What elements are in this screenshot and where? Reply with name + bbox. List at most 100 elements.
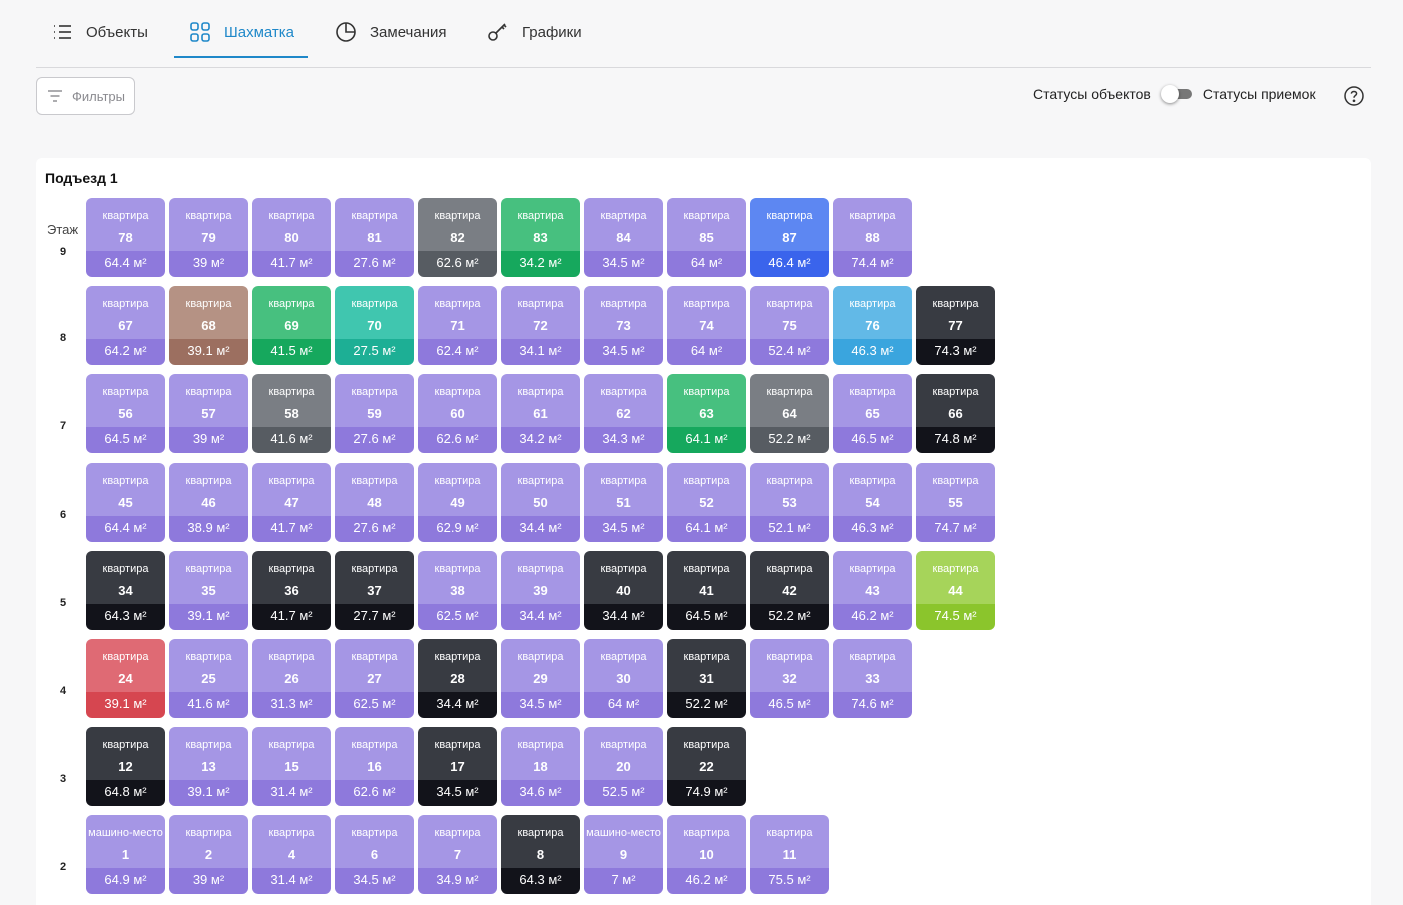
- unit-cell[interactable]: квартира 71 62.4 м²: [418, 286, 497, 366]
- unit-cell[interactable]: квартира 69 41.5 м²: [252, 286, 331, 366]
- unit-cell[interactable]: квартира 62 34.3 м²: [584, 374, 663, 454]
- unit-type: квартира: [185, 739, 232, 752]
- unit-cell[interactable]: квартира 37 27.7 м²: [335, 550, 414, 630]
- unit-cell[interactable]: квартира 36 41.7 м²: [252, 550, 331, 630]
- unit-number: 73: [616, 318, 631, 334]
- unit-cell[interactable]: квартира 12 64.8 м²: [86, 727, 165, 807]
- unit-cell[interactable]: квартира 13 39.1 м²: [169, 727, 248, 807]
- unit-cell[interactable]: квартира 78 64.4 м²: [86, 198, 165, 277]
- unit-cell[interactable]: квартира 77 74.3 м²: [916, 286, 995, 366]
- unit-type: квартира: [268, 210, 315, 222]
- unit-cell[interactable]: квартира 31 52.2 м²: [667, 639, 746, 718]
- unit-cell[interactable]: квартира 74 64 м²: [667, 286, 746, 366]
- unit-cell[interactable]: квартира 43 46.2 м²: [833, 550, 912, 630]
- help-icon[interactable]: [1343, 85, 1365, 107]
- unit-cell[interactable]: квартира 4 31.4 м²: [252, 815, 331, 895]
- unit-type: квартира: [351, 562, 398, 575]
- unit-cell[interactable]: квартира 40 34.4 м²: [584, 550, 663, 630]
- unit-cell[interactable]: квартира 45 64.4 м²: [86, 462, 165, 542]
- unit-cell[interactable]: квартира 61 34.2 м²: [501, 374, 580, 454]
- unit-cell[interactable]: квартира 53 52.1 м²: [750, 462, 829, 542]
- unit-cell[interactable]: квартира 33 74.6 м²: [833, 639, 912, 718]
- unit-number: 24: [118, 671, 133, 686]
- unit-cell[interactable]: квартира 76 46.3 м²: [833, 286, 912, 366]
- unit-cell[interactable]: квартира 6 34.5 м²: [335, 815, 414, 895]
- unit-cell[interactable]: квартира 15 31.4 м²: [252, 727, 331, 807]
- unit-cell[interactable]: квартира 27 62.5 м²: [335, 639, 414, 718]
- unit-cell[interactable]: квартира 66 74.8 м²: [916, 374, 995, 454]
- tab-chessboard[interactable]: Шахматка: [174, 18, 309, 58]
- unit-cell[interactable]: квартира 22 74.9 м²: [667, 727, 746, 807]
- unit-cell[interactable]: квартира 56 64.5 м²: [86, 374, 165, 454]
- unit-cell[interactable]: квартира 64 52.2 м²: [750, 374, 829, 454]
- unit-cell[interactable]: квартира 84 34.5 м²: [584, 198, 663, 277]
- unit-cell[interactable]: квартира 68 39.1 м²: [169, 286, 248, 366]
- unit-cell[interactable]: квартира 82 62.6 м²: [418, 198, 497, 277]
- unit-cell[interactable]: квартира 41 64.5 м²: [667, 550, 746, 630]
- unit-cell[interactable]: квартира 35 39.1 м²: [169, 550, 248, 630]
- tab-charts[interactable]: Графики: [472, 18, 596, 58]
- unit-cell[interactable]: квартира 10 46.2 м²: [667, 815, 746, 895]
- unit-cell[interactable]: квартира 16 62.6 м²: [335, 727, 414, 807]
- unit-cell[interactable]: квартира 47 41.7 м²: [252, 462, 331, 542]
- unit-cell[interactable]: квартира 75 52.4 м²: [750, 286, 829, 366]
- unit-cell[interactable]: квартира 32 46.5 м²: [750, 639, 829, 718]
- unit-cell[interactable]: квартира 51 34.5 м²: [584, 462, 663, 542]
- unit-cell[interactable]: квартира 29 34.5 м²: [501, 639, 580, 718]
- unit-cell[interactable]: квартира 85 64 м²: [667, 198, 746, 277]
- unit-number: 27: [367, 671, 382, 686]
- unit-cell[interactable]: квартира 34 64.3 м²: [86, 550, 165, 630]
- unit-cell[interactable]: квартира 59 27.6 м²: [335, 374, 414, 454]
- unit-number: 83: [533, 230, 548, 245]
- filters-button[interactable]: Фильтры: [36, 77, 135, 115]
- unit-cell[interactable]: квартира 8 64.3 м²: [501, 815, 580, 895]
- unit-cell[interactable]: квартира 80 41.7 м²: [252, 198, 331, 277]
- unit-cell[interactable]: квартира 79 39 м²: [169, 198, 248, 277]
- unit-cell[interactable]: квартира 54 46.3 м²: [833, 462, 912, 542]
- tab-objects[interactable]: Объекты: [36, 18, 162, 58]
- unit-cell[interactable]: квартира 52 64.1 м²: [667, 462, 746, 542]
- unit-cell[interactable]: квартира 60 62.6 м²: [418, 374, 497, 454]
- unit-cell[interactable]: квартира 67 64.2 м²: [86, 286, 165, 366]
- unit-cell[interactable]: квартира 7 34.9 м²: [418, 815, 497, 895]
- unit-cell[interactable]: машино-место 9 7 м²: [584, 815, 663, 895]
- unit-cell[interactable]: квартира 81 27.6 м²: [335, 198, 414, 277]
- status-toggle-switch[interactable]: [1160, 85, 1193, 103]
- unit-cell[interactable]: квартира 11 75.5 м²: [750, 815, 829, 895]
- unit-cell[interactable]: машино-место 1 64.9 м²: [86, 815, 165, 895]
- unit-cell[interactable]: квартира 42 52.2 м²: [750, 550, 829, 630]
- unit-cell[interactable]: квартира 24 39.1 м²: [86, 639, 165, 718]
- unit-cell[interactable]: квартира 48 27.6 м²: [335, 462, 414, 542]
- unit-cell[interactable]: квартира 20 52.5 м²: [584, 727, 663, 807]
- unit-area: 31.4 м²: [270, 784, 313, 800]
- unit-cell[interactable]: квартира 58 41.6 м²: [252, 374, 331, 454]
- unit-cell[interactable]: квартира 2 39 м²: [169, 815, 248, 895]
- tab-remarks[interactable]: Замечания: [320, 18, 461, 58]
- unit-type: машино-место: [586, 827, 661, 840]
- unit-cell[interactable]: квартира 39 34.4 м²: [501, 550, 580, 630]
- unit-area: 34.4 м²: [602, 607, 645, 623]
- unit-cell[interactable]: квартира 25 41.6 м²: [169, 639, 248, 718]
- unit-cell[interactable]: квартира 65 46.5 м²: [833, 374, 912, 454]
- unit-cell[interactable]: квартира 72 34.1 м²: [501, 286, 580, 366]
- unit-cell[interactable]: квартира 57 39 м²: [169, 374, 248, 454]
- unit-cell[interactable]: квартира 87 46.4 м²: [750, 198, 829, 277]
- unit-cell[interactable]: квартира 83 34.2 м²: [501, 198, 580, 277]
- unit-cell[interactable]: квартира 18 34.6 м²: [501, 727, 580, 807]
- unit-cell[interactable]: квартира 50 34.4 м²: [501, 462, 580, 542]
- unit-cell[interactable]: квартира 38 62.5 м²: [418, 550, 497, 630]
- unit-cell[interactable]: квартира 17 34.5 м²: [418, 727, 497, 807]
- unit-cell[interactable]: квартира 26 31.3 м²: [252, 639, 331, 718]
- unit-cell[interactable]: квартира 30 64 м²: [584, 639, 663, 718]
- unit-cell[interactable]: квартира 28 34.4 м²: [418, 639, 497, 718]
- unit-cell[interactable]: квартира 63 64.1 м²: [667, 374, 746, 454]
- unit-cell[interactable]: квартира 49 62.9 м²: [418, 462, 497, 542]
- unit-cell[interactable]: квартира 46 38.9 м²: [169, 462, 248, 542]
- unit-cell[interactable]: квартира 55 74.7 м²: [916, 462, 995, 542]
- unit-type: квартира: [517, 651, 564, 663]
- unit-number: 12: [118, 759, 133, 775]
- unit-cell[interactable]: квартира 73 34.5 м²: [584, 286, 663, 366]
- unit-cell[interactable]: квартира 70 27.5 м²: [335, 286, 414, 366]
- unit-cell[interactable]: квартира 88 74.4 м²: [833, 198, 912, 277]
- unit-cell[interactable]: квартира 44 74.5 м²: [916, 550, 995, 630]
